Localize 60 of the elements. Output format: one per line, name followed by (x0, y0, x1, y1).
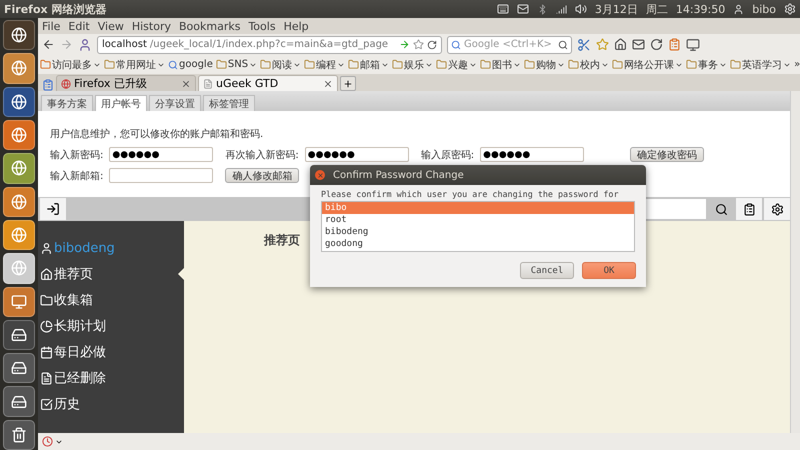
bookmark-item[interactable]: google (168, 59, 213, 70)
sidebar-item[interactable]: 长期计划 (40, 317, 184, 335)
cancel-button[interactable]: Cancel (520, 262, 574, 279)
more-bookmarks[interactable]: » (794, 59, 800, 70)
field-label: 再次输入新密码: (225, 148, 299, 162)
menu-item[interactable]: Edit (68, 20, 90, 32)
user-option[interactable]: root (322, 214, 634, 226)
password-field[interactable]: ●●●●●● (109, 147, 214, 162)
bookmark-item[interactable]: 图书 (480, 58, 522, 72)
user-option[interactable]: goodong (322, 238, 634, 250)
menu-item[interactable]: File (42, 20, 60, 32)
field-label: 输入新密码: (50, 148, 104, 162)
browser-tab[interactable]: uGeek GTD (198, 75, 338, 91)
bookmark-item[interactable]: 常用网址 (104, 58, 165, 72)
menu-item[interactable]: Tools (248, 20, 276, 32)
bookmark-item[interactable]: SNS (216, 59, 258, 70)
confirm-email-button[interactable]: 确人修改邮箱 (225, 168, 300, 183)
field-label: 输入新邮箱: (50, 170, 104, 182)
bookmark-item[interactable]: 兴趣 (436, 58, 478, 72)
bookmark-item[interactable]: 阅读 (260, 58, 302, 72)
bookmark-item[interactable]: 英语学习 (730, 58, 792, 72)
bookmark-item[interactable]: 事务 (686, 58, 728, 72)
menu-item[interactable]: History (132, 20, 171, 32)
bookmark-item[interactable]: 网络公开课 (612, 58, 684, 72)
password-field[interactable]: ●●●●●● (304, 147, 409, 162)
menu-item[interactable]: Bookmarks (178, 20, 240, 32)
user-name[interactable]: bibo (752, 2, 776, 16)
bookmark-item[interactable]: 校内 (568, 58, 610, 72)
sidebar-item[interactable]: 历史 (40, 395, 184, 413)
app-title: Firefox 网络浏览器 (4, 2, 108, 16)
user-list[interactable]: bibo root bibodeng goodong (321, 201, 635, 252)
date-text[interactable]: 3月12日 (594, 2, 638, 16)
password-field[interactable]: ●●●●●● (480, 147, 584, 162)
user-link[interactable]: bibodeng (40, 239, 184, 257)
field-label: 输入原密码: (420, 148, 474, 162)
prompt-text: Please confirm which user you are changing the password for (320, 188, 620, 199)
bookmark-item[interactable]: 访问最多 (40, 58, 101, 72)
clock-text[interactable]: 14:39:50 (676, 2, 726, 16)
ok-button[interactable]: OK (582, 262, 636, 279)
menu-item[interactable]: View (98, 20, 124, 32)
page-tab[interactable]: 分享设置 (149, 95, 201, 111)
user-option[interactable]: bibodeng (322, 226, 634, 238)
menu-item[interactable]: Help (284, 20, 309, 32)
sidebar-item[interactable]: 已经删除 (40, 369, 184, 387)
browser-tab[interactable]: Firefox 已升级 (56, 75, 196, 91)
page-heading: 推荐页 (264, 232, 300, 249)
bookmark-item[interactable]: 邮箱 (348, 58, 390, 72)
page-tab[interactable]: 用户帐号 (95, 95, 147, 111)
bookmark-item[interactable]: 编程 (304, 58, 346, 72)
bookmark-item[interactable]: 娱乐 (392, 58, 434, 72)
url-field[interactable]: localhost /ugeek_local/1/index.php?c=main&a=gtd_page (97, 36, 442, 54)
intro-text: 用户信息维护，您可以修改你的账户邮箱和密码. (49, 128, 264, 141)
page-tab[interactable]: 标签管理 (203, 95, 255, 111)
bookmark-item[interactable]: 购物 (524, 58, 566, 72)
page-tab[interactable]: 事务方案 (41, 95, 93, 111)
weekday-text[interactable]: 周二 (646, 2, 668, 16)
dialog-title: Confirm Password Change (333, 170, 464, 180)
sidebar-item[interactable]: 收集箱 (40, 291, 184, 309)
confirm-password-button[interactable]: 确定修改密码 (630, 147, 704, 162)
sidebar-item[interactable]: 每日必做 (40, 343, 184, 361)
